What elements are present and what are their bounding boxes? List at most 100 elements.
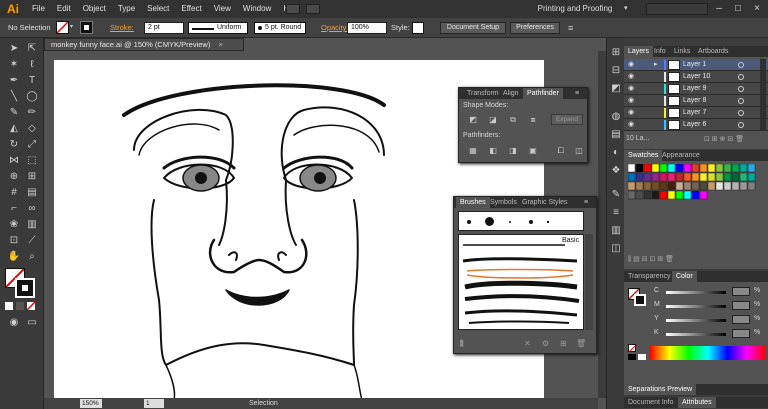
tab-artboards[interactable]: Artboards [694,46,732,57]
zoom-field[interactable]: 150% [80,399,102,408]
cyan-slider[interactable] [666,291,726,294]
panel-menu-icon[interactable]: ≡ [584,197,588,208]
tab-transparency[interactable]: Transparency [624,271,675,282]
crop-icon[interactable]: ▣ [527,146,539,156]
pathfinder-panel-icon[interactable]: ◩ [608,82,624,96]
blend-tool-icon[interactable]: ∞ [24,202,40,216]
new-brush-icon[interactable]: ⊞ [560,339,567,348]
tab-pathfinder[interactable]: Pathfinder [523,88,563,99]
layer-name[interactable]: Layer 6 [683,119,706,131]
layer-row[interactable]: ◉ ▸ Layer 1 [624,59,768,71]
menu-object[interactable]: Object [77,0,112,18]
close-icon[interactable]: × [218,40,222,49]
tab-transform[interactable]: Transform [463,88,503,99]
magenta-value[interactable] [732,301,750,310]
menu-window[interactable]: Window [237,0,277,18]
tab-symbols[interactable]: Symbols [486,197,521,208]
black-slider[interactable] [666,333,726,336]
layer-name[interactable]: Layer 9 [683,83,706,95]
intersect-icon[interactable]: ⧉ [507,115,519,125]
layer-row[interactable]: ◉ Layer 10 [624,71,768,83]
ellipse-tool-icon[interactable]: ◯ [24,90,40,104]
rotate-tool-icon[interactable]: ↻ [6,138,22,152]
minus-back-icon[interactable]: ◫ [573,146,585,156]
transform-panel-icon[interactable]: ⊞ [608,46,624,60]
brush-libraries-icon[interactable]: ⫼ [460,339,464,349]
blob-brush-tool-icon[interactable]: ◭ [6,122,22,136]
document-tab[interactable]: monkey funny face.ai @ 150% (CMYK/Previe… [44,38,244,51]
artboard-number-field[interactable]: 1 [144,399,164,408]
tab-info[interactable]: Info [650,46,670,57]
tab-attributes[interactable]: Attributes [678,397,716,408]
eyedropper-tool-icon[interactable]: ⌐ [6,202,22,216]
color-mode-button[interactable] [5,302,13,310]
layer-row[interactable]: ◉ Layer 6 [624,119,768,131]
color-panel-icon[interactable]: ◍ [608,110,624,124]
tab-appearance[interactable]: Appearance [658,150,704,161]
screen-mode-icon[interactable]: ▭ [24,316,40,330]
layer-row[interactable]: ◉ Layer 9 [624,83,768,95]
arrange-documents-icon[interactable] [306,4,320,14]
tab-layers[interactable]: Layers [624,46,654,57]
panel-menu-icon[interactable]: ≡ [575,88,579,99]
layers-scrollbar[interactable] [760,59,766,131]
opacity-field[interactable]: 100% [347,22,387,34]
bridge-icon[interactable] [286,4,300,14]
stroke-panel-icon[interactable]: ≡ [608,206,624,220]
divide-icon[interactable]: ▦ [467,146,479,156]
symbol-sprayer-tool-icon[interactable]: ❀ [6,218,22,232]
remove-brush-stroke-icon[interactable]: ✕ [524,339,531,348]
slice-tool-icon[interactable]: ⟋ [24,234,40,248]
stroke-color-box[interactable] [15,278,35,298]
chevron-down-icon[interactable]: ▾ [624,3,632,15]
expand-button[interactable]: Expand [551,114,583,125]
layer-name[interactable]: Layer 7 [683,107,706,119]
white-quick-swatch[interactable] [638,354,646,360]
layer-name[interactable]: Layer 8 [683,95,706,107]
layer-row[interactable]: ◉ Layer 7 [624,107,768,119]
visibility-eye-icon[interactable]: ◉ [628,85,636,93]
cyan-value[interactable] [732,287,750,296]
visibility-eye-icon[interactable]: ◉ [628,121,636,129]
layer-name[interactable]: Layer 10 [683,71,710,83]
graphic-styles-panel-icon[interactable]: ◫ [608,242,624,256]
tab-swatches[interactable]: Swatches [624,150,663,161]
draw-mode-icon[interactable]: ◉ [6,316,22,330]
menu-type[interactable]: Type [112,0,141,18]
menu-effect[interactable]: Effect [175,0,207,18]
fill-swatch[interactable] [56,21,69,34]
tab-separations-preview[interactable]: Separations Preview [624,384,697,395]
vertical-scrollbar[interactable] [598,51,606,398]
tab-brushes[interactable]: Brushes [456,197,490,208]
gradient-mode-button[interactable] [16,302,24,310]
menu-edit[interactable]: Edit [51,0,77,18]
hand-tool-icon[interactable]: ✋ [6,250,22,264]
tab-links[interactable]: Links [670,46,694,57]
layer-name[interactable]: Layer 1 [683,59,706,71]
target-circle-icon[interactable] [738,62,744,68]
close-icon[interactable]: × [748,2,766,16]
direct-selection-tool-icon[interactable]: ⇱ [24,42,40,56]
target-circle-icon[interactable] [738,86,744,92]
brush-list[interactable] [458,234,584,330]
expand-arrow-icon[interactable]: ▸ [654,60,658,68]
swatches-panel-icon[interactable]: ▤ [608,128,624,142]
selection-tool-icon[interactable]: ➤ [6,42,22,56]
visibility-eye-icon[interactable]: ◉ [628,97,636,105]
graph-tool-icon[interactable]: ▥ [24,218,40,232]
stroke-label[interactable]: Stroke: [110,22,134,34]
magic-wand-tool-icon[interactable]: ✶ [6,58,22,72]
target-circle-icon[interactable] [738,98,744,104]
document-setup-button[interactable]: Document Setup [440,22,506,34]
swatch-actions-icons[interactable]: ⫼ ▤ ⊟ ⊡ ⊞ 🗑 [628,255,674,264]
brushes-panel-icon[interactable]: ✎ [608,188,624,202]
unite-icon[interactable]: ◩ [467,115,479,125]
minimize-icon[interactable]: – [710,2,728,16]
target-circle-icon[interactable] [738,110,744,116]
arrange-icon[interactable]: ≡ [568,23,578,33]
perspective-grid-tool-icon[interactable]: ⊞ [24,170,40,184]
tab-document-info[interactable]: Document Info [624,397,678,408]
target-circle-icon[interactable] [738,74,744,80]
swatches[interactable] [628,164,758,214]
symbols-panel-icon[interactable]: ❖ [608,164,624,178]
